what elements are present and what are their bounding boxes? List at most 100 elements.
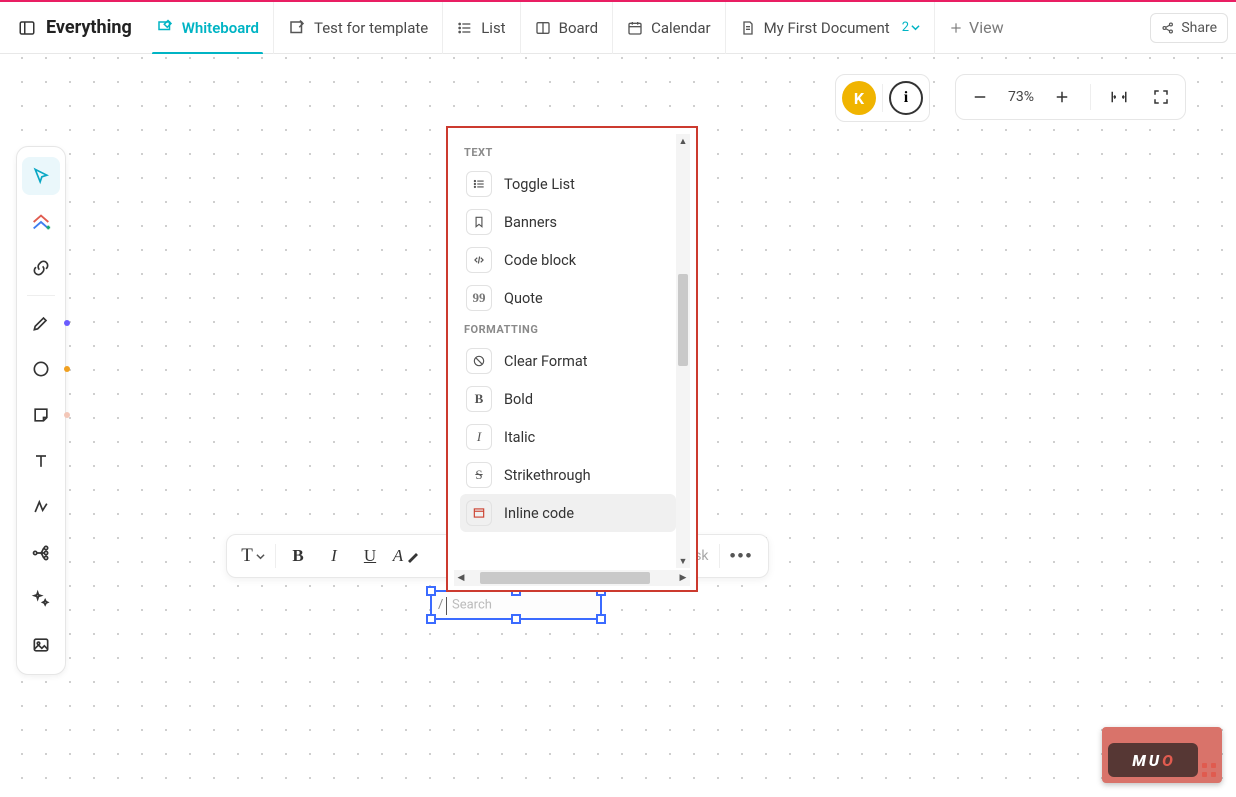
tab-my-first-document[interactable]: My First Document 2 bbox=[726, 2, 935, 54]
more-button[interactable]: ••• bbox=[724, 538, 760, 574]
add-view-button[interactable]: View bbox=[935, 18, 1018, 37]
board-icon bbox=[535, 20, 551, 36]
italic-button[interactable]: I bbox=[316, 538, 352, 574]
bookmark-icon bbox=[466, 209, 492, 235]
tab-calendar[interactable]: Calendar bbox=[613, 2, 726, 54]
resize-handle[interactable] bbox=[596, 614, 606, 624]
text-caret bbox=[446, 597, 447, 615]
strike-icon: S bbox=[466, 462, 492, 488]
menu-item-italic[interactable]: I Italic bbox=[460, 418, 676, 456]
menu-item-clear-format[interactable]: Clear Format bbox=[460, 342, 676, 380]
scroll-down-icon[interactable]: ▼ bbox=[676, 554, 690, 568]
color-dot bbox=[64, 320, 70, 326]
brand-badge: MUO bbox=[1102, 727, 1222, 783]
whiteboard-icon bbox=[156, 19, 174, 37]
menu-item-label: Code block bbox=[504, 252, 576, 269]
menu-item-toggle-list[interactable]: Toggle List bbox=[460, 165, 676, 203]
underline-button[interactable]: U bbox=[352, 538, 388, 574]
resize-handle[interactable] bbox=[511, 614, 521, 624]
menu-item-label: Strikethrough bbox=[504, 467, 591, 484]
toggle-list-icon bbox=[466, 171, 492, 197]
user-avatar[interactable]: K bbox=[842, 81, 876, 115]
menu-item-inline-code[interactable]: Inline code bbox=[460, 494, 676, 532]
tab-bar: Everything Whiteboard Test for template … bbox=[0, 2, 1236, 54]
list-icon bbox=[457, 20, 473, 36]
sidebar-toggle-icon[interactable] bbox=[18, 19, 36, 37]
text-color-button[interactable]: A bbox=[388, 538, 424, 574]
brand-logo: MUO bbox=[1108, 743, 1198, 777]
divider bbox=[719, 544, 720, 568]
tab-label: List bbox=[481, 19, 505, 37]
inline-code-icon bbox=[466, 500, 492, 526]
info-icon[interactable]: i bbox=[889, 81, 923, 115]
scroll-thumb[interactable] bbox=[678, 274, 688, 366]
color-dot bbox=[64, 412, 70, 418]
calendar-icon bbox=[627, 20, 643, 36]
scroll-up-icon[interactable]: ▲ bbox=[676, 134, 690, 148]
cursor-tool[interactable] bbox=[22, 157, 60, 195]
pencil-icon bbox=[407, 549, 419, 563]
tab-whiteboard[interactable]: Whiteboard bbox=[142, 2, 274, 54]
slash-menu-list[interactable]: TEXT Toggle List Banners Code block 99 Q… bbox=[454, 134, 676, 568]
link-tool[interactable] bbox=[22, 249, 60, 287]
home-plus-tool[interactable] bbox=[22, 203, 60, 241]
menu-item-code-block[interactable]: Code block bbox=[460, 241, 676, 279]
share-button[interactable]: Share bbox=[1150, 13, 1228, 43]
scroll-left-icon[interactable]: ◀ bbox=[454, 570, 468, 586]
text-tool[interactable] bbox=[22, 442, 60, 480]
scroll-right-icon[interactable]: ▶ bbox=[676, 570, 690, 586]
menu-item-bold[interactable]: B Bold bbox=[460, 380, 676, 418]
tab-list[interactable]: List bbox=[443, 2, 520, 54]
bold-icon: B bbox=[466, 386, 492, 412]
plus-icon bbox=[949, 21, 963, 35]
zoom-out-button[interactable] bbox=[966, 83, 994, 111]
page-title: Everything bbox=[8, 17, 142, 38]
zoom-in-button[interactable] bbox=[1048, 83, 1076, 111]
chevron-down-icon bbox=[256, 552, 265, 561]
placeholder-text: Search bbox=[452, 598, 492, 613]
mindmap-tool[interactable] bbox=[22, 534, 60, 572]
popup-horizontal-scrollbar[interactable]: ◀ ▶ bbox=[454, 570, 690, 586]
sparkle-tool[interactable] bbox=[22, 580, 60, 618]
zoom-controls: 73% bbox=[955, 74, 1186, 120]
popup-vertical-scrollbar[interactable]: ▲ ▼ bbox=[676, 134, 690, 568]
bold-button[interactable]: B bbox=[280, 538, 316, 574]
menu-item-strikethrough[interactable]: S Strikethrough bbox=[460, 456, 676, 494]
connector-tool[interactable] bbox=[22, 488, 60, 526]
pen-tool[interactable] bbox=[22, 304, 60, 342]
fullscreen-button[interactable] bbox=[1147, 83, 1175, 111]
menu-heading-formatting: FORMATTING bbox=[460, 317, 676, 342]
chevron-down-icon bbox=[911, 23, 920, 32]
fit-width-button[interactable] bbox=[1105, 83, 1133, 111]
menu-item-label: Italic bbox=[504, 429, 535, 446]
share-label: Share bbox=[1181, 20, 1217, 36]
divider bbox=[1090, 84, 1091, 110]
document-icon bbox=[740, 20, 756, 36]
sticky-tool[interactable] bbox=[22, 396, 60, 434]
menu-item-banners[interactable]: Banners bbox=[460, 203, 676, 241]
resize-handle[interactable] bbox=[426, 614, 436, 624]
scroll-thumb[interactable] bbox=[480, 572, 650, 584]
brand-dots-icon bbox=[1202, 763, 1216, 777]
circle-tool[interactable] bbox=[22, 350, 60, 388]
image-tool[interactable] bbox=[22, 626, 60, 664]
tab-test-template[interactable]: Test for template bbox=[274, 2, 443, 54]
doc-count-badge[interactable]: 2 bbox=[902, 20, 920, 35]
menu-item-label: Toggle List bbox=[504, 176, 575, 193]
menu-heading-text: TEXT bbox=[460, 140, 676, 165]
text-style-dropdown[interactable]: T bbox=[235, 538, 271, 574]
add-view-label: View bbox=[969, 18, 1004, 37]
page-title-text: Everything bbox=[46, 17, 132, 38]
tab-board[interactable]: Board bbox=[521, 2, 613, 54]
selected-text-box[interactable]: / Search bbox=[430, 590, 602, 620]
zoom-level[interactable]: 73% bbox=[1008, 89, 1034, 105]
quote-icon: 99 bbox=[466, 285, 492, 311]
menu-item-quote[interactable]: 99 Quote bbox=[460, 279, 676, 317]
tab-label: Board bbox=[559, 19, 598, 37]
divider bbox=[882, 84, 883, 112]
resize-handle[interactable] bbox=[426, 586, 436, 596]
tab-label: Calendar bbox=[651, 19, 711, 37]
share-icon bbox=[1161, 21, 1175, 35]
menu-item-label: Bold bbox=[504, 391, 533, 408]
template-icon bbox=[288, 19, 306, 37]
